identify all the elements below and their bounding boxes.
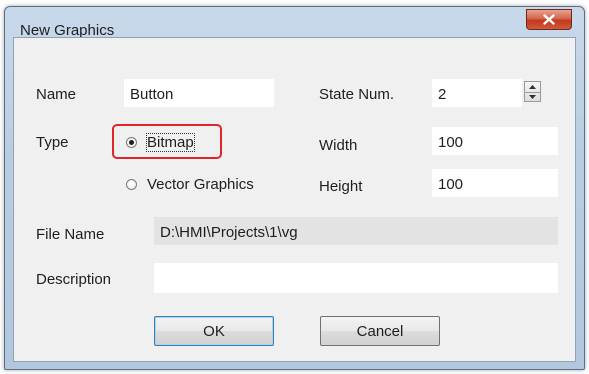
state-num-stepper[interactable]: [524, 81, 541, 102]
name-input[interactable]: [124, 79, 274, 107]
type-label: Type: [36, 134, 69, 151]
description-input[interactable]: [154, 263, 558, 293]
cancel-button[interactable]: Cancel: [320, 316, 440, 346]
radio-vector-graphics-label[interactable]: Vector Graphics: [147, 176, 254, 193]
height-label: Height: [319, 178, 363, 195]
description-label: Description: [36, 271, 112, 288]
file-name-field[interactable]: [154, 217, 558, 245]
width-label: Width: [319, 137, 358, 154]
ok-button[interactable]: OK: [154, 316, 274, 346]
file-name-label: File Name: [36, 226, 105, 243]
arrow-up-icon: [529, 85, 536, 89]
spin-down-button[interactable]: [525, 92, 540, 102]
state-num-input[interactable]: [432, 79, 522, 107]
highlight-annotation: [112, 124, 222, 159]
name-label: Name: [36, 86, 77, 103]
dialog-body: Name State Num. Type Bitmap Width Vector…: [13, 37, 576, 362]
width-input[interactable]: [432, 127, 558, 155]
radio-vector-graphics[interactable]: Vector Graphics: [126, 176, 254, 193]
close-icon: [543, 14, 555, 25]
arrow-down-icon: [529, 95, 536, 99]
close-button[interactable]: [526, 9, 572, 30]
height-input[interactable]: [432, 169, 558, 197]
state-num-label: State Num.: [319, 86, 395, 103]
radio-vector-graphics-circle[interactable]: [126, 179, 137, 190]
new-graphics-dialog: New Graphics Name State Num. Type: [4, 6, 585, 370]
